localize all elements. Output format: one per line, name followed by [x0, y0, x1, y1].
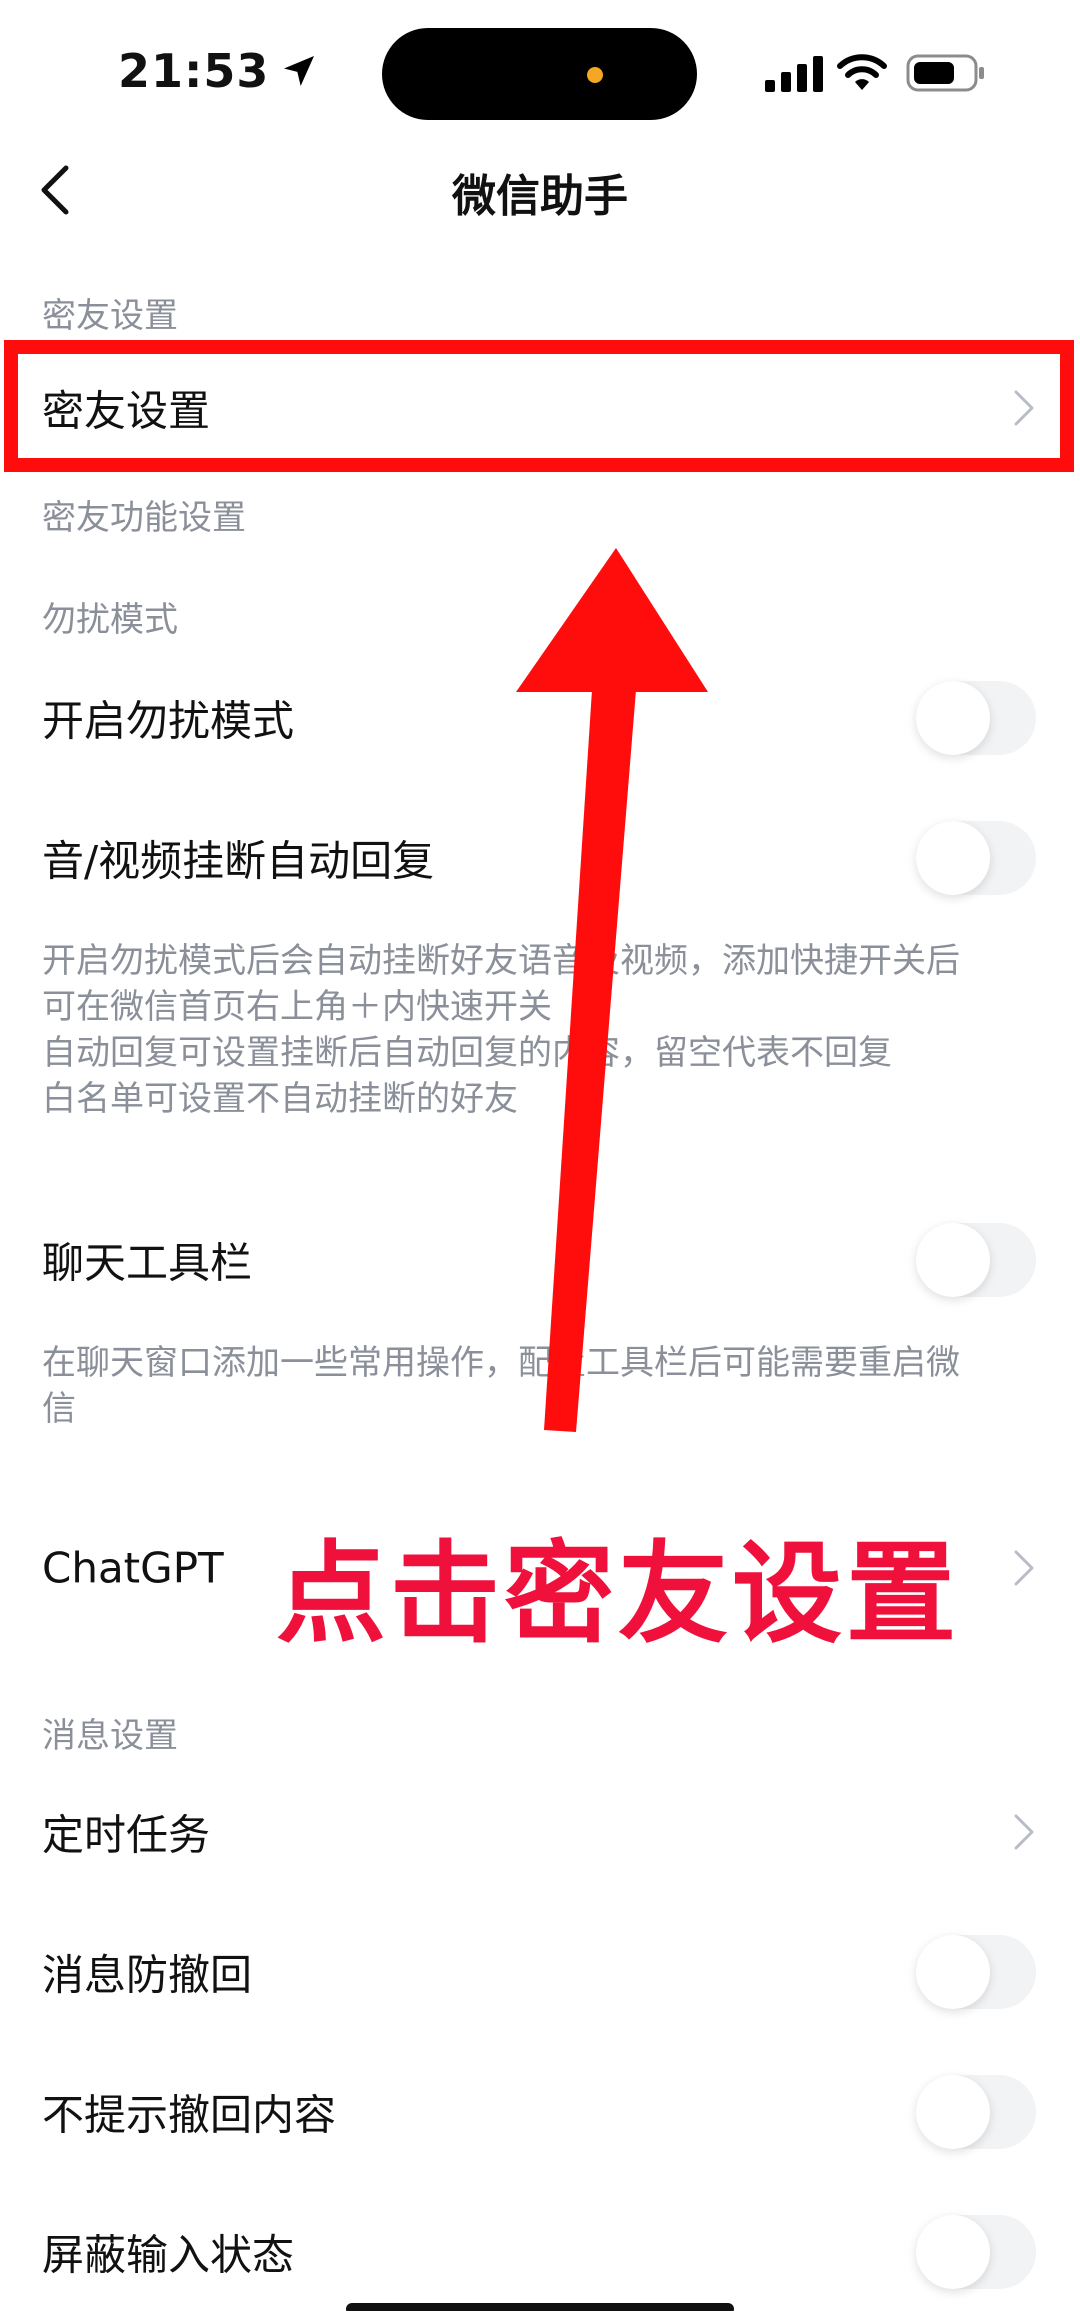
section-header-mi-you: 密友设置: [42, 296, 178, 336]
chatgpt-label: ChatGPT: [42, 1543, 224, 1593]
anti-recall-toggle[interactable]: [916, 1935, 1036, 2009]
toggle-knob: [916, 2215, 990, 2289]
no-recall-content-label: 不提示撤回内容: [42, 2090, 337, 2140]
toggle-knob: [916, 2075, 990, 2149]
dnd-mode-label: 开启勿扰模式: [42, 696, 295, 746]
auto-reply-toggle[interactable]: [916, 821, 1036, 895]
annotation-arrow-icon: [516, 548, 708, 1432]
no-recall-content-toggle[interactable]: [916, 2075, 1036, 2149]
section-header-message: 消息设置: [42, 1716, 178, 1756]
block-typing-row: 屏蔽输入状态: [0, 2192, 1080, 2311]
annotation-highlight-box: [4, 340, 1074, 472]
privacy-indicator-dot: [587, 67, 603, 83]
page-title: 微信助手: [452, 171, 628, 222]
auto-reply-label: 音/视频挂断自动回复: [42, 836, 435, 886]
chat-toolbar-toggle[interactable]: [916, 1223, 1036, 1297]
toggle-knob: [916, 821, 990, 895]
wifi-icon: [837, 54, 887, 90]
status-time: 21:53: [118, 44, 319, 98]
toggle-knob: [916, 1223, 990, 1297]
section-header-dnd: 勿扰模式: [42, 600, 178, 640]
location-arrow-icon: [284, 56, 315, 86]
status-bar: 21:53: [0, 0, 1080, 140]
toggle-knob: [916, 681, 990, 755]
dnd-mode-toggle[interactable]: [916, 681, 1036, 755]
annotation-instruction-text: 点击密友设置: [276, 1530, 960, 1658]
section-header-mi-you-function: 密友功能设置: [42, 498, 246, 538]
time-text: 21:53: [118, 44, 270, 98]
scheduled-task-row[interactable]: 定时任务: [0, 1772, 1080, 1892]
cellular-signal-icon: [765, 56, 823, 92]
navigation-bar: 微信助手: [0, 140, 1080, 240]
chat-toolbar-label: 聊天工具栏: [42, 1238, 253, 1288]
chevron-right-icon: [1014, 1550, 1034, 1586]
anti-recall-label: 消息防撤回: [42, 1950, 253, 2000]
scheduled-task-label: 定时任务: [42, 1810, 211, 1860]
dynamic-island: [382, 28, 697, 120]
home-indicator: [346, 2303, 734, 2311]
block-typing-label: 屏蔽输入状态: [42, 2230, 295, 2280]
battery-icon: [906, 54, 984, 92]
toggle-knob: [916, 1935, 990, 2009]
no-recall-content-row: 不提示撤回内容: [0, 2052, 1080, 2172]
block-typing-toggle[interactable]: [916, 2215, 1036, 2289]
anti-recall-row: 消息防撤回: [0, 1912, 1080, 2032]
chevron-right-icon: [1014, 1814, 1034, 1850]
